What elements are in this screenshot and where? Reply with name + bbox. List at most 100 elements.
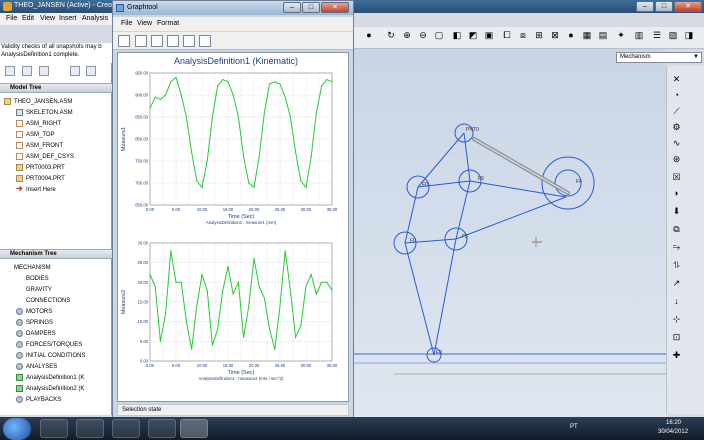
graphtool-close-button[interactable]: ✕ (321, 2, 349, 13)
tree-item[interactable]: AnalysisDefinition1 (K (16, 373, 84, 383)
tree-item[interactable]: PLAYBACKS (16, 395, 61, 405)
taskbar-explorer-icon[interactable] (40, 419, 68, 438)
tree-item[interactable]: SKELETON.ASM (16, 108, 73, 118)
tree-item[interactable]: FORCES/TORQUES (16, 340, 82, 350)
tree-item[interactable]: ASM_TOP (16, 130, 55, 140)
run-analysis-icon[interactable]: ◗ (671, 188, 682, 199)
drag-components-icon[interactable]: ☒ (671, 172, 682, 183)
refit-graph-icon[interactable] (183, 35, 195, 47)
tree-item[interactable]: THEO_JANSEN.ASM (4, 97, 72, 107)
refit-icon[interactable]: ● (364, 30, 374, 40)
layers-icon[interactable]: ☰ (652, 30, 662, 40)
mass-properties-icon[interactable]: ⊡ (671, 332, 682, 343)
tree-item[interactable]: DAMPERS (16, 329, 56, 339)
gears-icon[interactable]: ⚙ (671, 122, 682, 133)
chart-title: AnalysisDefinition1 (Kinematic) (174, 56, 298, 66)
spin-icon[interactable]: ↻ (386, 30, 396, 40)
graphics-viewport[interactable]: PNT0 F0 F9 F0 F3 F0 F4 (354, 49, 666, 417)
mechanism-settings-icon[interactable]: ✚ (671, 350, 682, 361)
tree-item[interactable]: ANALYSES (16, 362, 57, 372)
measure-results-icon[interactable]: ⬇ (671, 206, 682, 217)
tree-item[interactable]: INITIAL CONDITIONS (16, 351, 85, 361)
graphtool-menu-file[interactable]: File (121, 20, 132, 27)
model-tree-tab-icon[interactable] (5, 66, 15, 76)
spin-center-icon[interactable]: ✦ (616, 30, 626, 40)
saved-views-icon[interactable]: ▣ (484, 30, 494, 40)
mechanism-tree-header[interactable]: Mechanism Tree (0, 249, 112, 259)
csys-display-icon[interactable]: ⊠ (550, 30, 560, 40)
data-point (149, 273, 151, 276)
menu-analysis[interactable]: Analysis (82, 15, 108, 22)
taskbar-creo-icon[interactable] (180, 419, 208, 438)
graphtool-menu-view[interactable]: View (137, 20, 152, 27)
belts-icon[interactable]: ∿ (671, 138, 682, 149)
repaint-icon[interactable]: ▢ (434, 30, 444, 40)
initial-condition-icon[interactable]: ⊹ (671, 314, 682, 325)
shading-icon[interactable]: ● (566, 30, 576, 40)
display-style-icon[interactable]: ◧ (452, 30, 462, 40)
start-button[interactable] (3, 418, 31, 440)
show-tree-icon[interactable] (70, 66, 80, 76)
graphtool-menu-format[interactable]: Format (157, 20, 179, 27)
zoom-icon[interactable] (167, 35, 179, 47)
menu-insert[interactable]: Insert (59, 15, 77, 22)
favorites-tab-icon[interactable] (39, 66, 49, 76)
menu-file[interactable]: File (6, 15, 17, 22)
tree-item[interactable]: ASM_DEF_CSYS (16, 152, 74, 162)
tree-item[interactable]: ➔ Insert Here (16, 185, 56, 195)
tree-settings-icon[interactable] (86, 66, 96, 76)
graphtool-minimize-button[interactable]: – (283, 2, 301, 13)
tree-item[interactable]: BODIES (26, 274, 49, 284)
selection-filter-dropdown[interactable]: Mechanism ▼ (616, 52, 702, 63)
tree-item[interactable]: ASM_FRONT (16, 141, 63, 151)
window-maximize-button[interactable]: □ (655, 1, 673, 12)
menu-edit[interactable]: Edit (22, 15, 34, 22)
mechanism-connections-icon[interactable]: ✕ (671, 74, 682, 85)
clock-date[interactable]: 30/04/2012 (658, 429, 688, 435)
zoom-out-icon[interactable]: ⊖ (418, 30, 428, 40)
tree-item[interactable]: MECHANISM (14, 263, 51, 273)
datum-points-icon[interactable]: ⊞ (534, 30, 544, 40)
zoom-in-icon[interactable]: ⊕ (402, 30, 412, 40)
print-icon[interactable] (118, 35, 130, 47)
view-manager-icon[interactable]: ◩ (468, 30, 478, 40)
appearance-icon[interactable]: ◨ (684, 30, 694, 40)
menu-view[interactable]: View (40, 15, 55, 22)
export-icon[interactable] (151, 35, 163, 47)
tree-item[interactable]: PRT0004.PRT (16, 174, 65, 184)
window-minimize-button[interactable]: – (636, 1, 654, 12)
tree-item[interactable]: CONNECTIONS (26, 296, 70, 306)
model-tree-header[interactable]: Model Tree (0, 83, 112, 93)
normal-view-icon[interactable]: ▥ (634, 30, 644, 40)
graphtool-maximize-button[interactable]: □ (302, 2, 320, 13)
tree-item[interactable]: ASM_RIGHT (16, 119, 61, 129)
taskbar-firefox-icon[interactable] (148, 419, 176, 438)
datum-axes-icon[interactable]: ⧈ (518, 30, 528, 40)
servo-motor-icon[interactable]: ⊛ (671, 154, 682, 165)
format-graph-icon[interactable] (135, 35, 147, 47)
annotation-icon[interactable]: ▤ (598, 30, 608, 40)
cams-icon[interactable]: ◔ (671, 90, 682, 101)
tree-item[interactable]: MOTORS (16, 307, 52, 317)
y-tick-label: 750.00 (135, 159, 148, 164)
display-icon[interactable]: ▨ (668, 30, 678, 40)
tray-language[interactable]: PT (570, 424, 578, 430)
tree-item[interactable]: PRT0003.PRT (16, 163, 65, 173)
tree-item[interactable]: GRAVITY (26, 285, 52, 295)
gravity-tool-icon[interactable]: ↓ (671, 296, 682, 307)
tree-item[interactable]: AnalysisDefinition2 (K (16, 384, 84, 394)
clock-time[interactable]: 16:20 (666, 420, 681, 426)
taskbar-browser-icon[interactable] (76, 419, 104, 438)
damper-icon[interactable]: ⥮ (671, 260, 682, 271)
graph-options-icon[interactable] (199, 35, 211, 47)
folder-browser-tab-icon[interactable] (22, 66, 32, 76)
slots-icon[interactable]: ⟋ (671, 106, 682, 117)
window-close-button[interactable]: ✕ (674, 1, 702, 12)
perspective-icon[interactable]: ▦ (582, 30, 592, 40)
taskbar-app-icon[interactable] (112, 419, 140, 438)
force-icon[interactable]: ↗ (671, 278, 682, 289)
datum-planes-icon[interactable]: ⧠ (502, 30, 512, 40)
spring-icon[interactable]: ⥲ (671, 242, 682, 253)
playback-icon[interactable]: ⧉ (671, 224, 682, 235)
tree-item[interactable]: SPRINGS (16, 318, 53, 328)
